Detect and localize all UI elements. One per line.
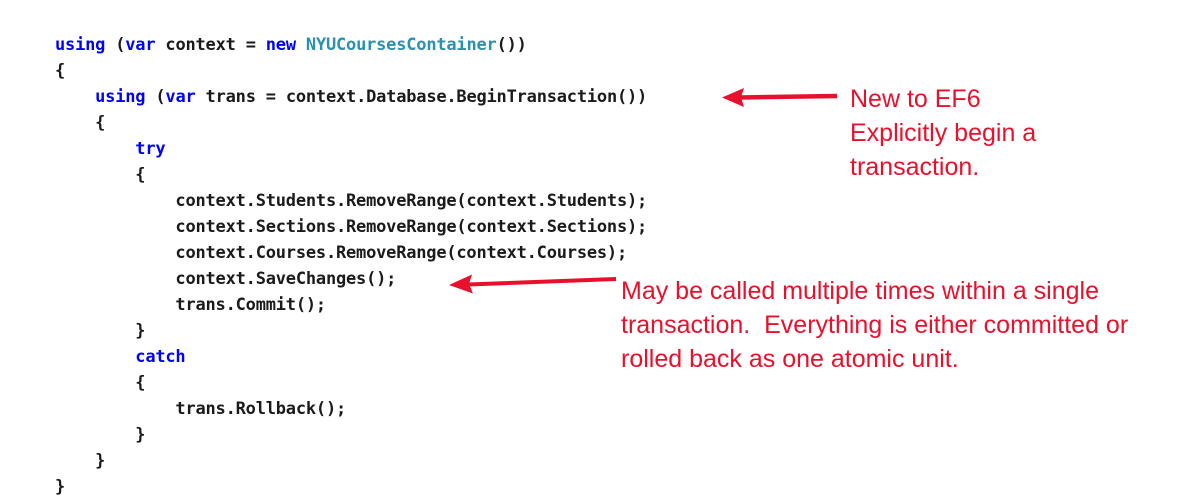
code-token-plain: context =: [155, 35, 266, 55]
code-token-plain: {: [135, 165, 146, 185]
code-token-type: NYUCoursesContainer: [305, 35, 497, 55]
code-line: context.Courses.RemoveRange(context.Cour…: [55, 240, 647, 266]
code-annotation-slide: using (var context = new NYUCoursesConta…: [0, 0, 1192, 501]
code-line: context.Students.RemoveRange(context.Stu…: [55, 188, 647, 214]
code-token-plain: {: [95, 113, 106, 133]
code-token-plain: context.Courses.RemoveRange(context.Cour…: [175, 243, 627, 263]
code-token-kw: var: [165, 87, 196, 107]
code-token-plain: ()): [496, 35, 527, 55]
code-token-plain: trans.Rollback();: [175, 399, 347, 419]
annotation-new-to-ef6: New to EF6 Explicitly begin a transactio…: [850, 85, 1037, 181]
code-token-plain: context.Students.RemoveRange(context.Stu…: [175, 191, 648, 211]
code-line: }: [55, 318, 647, 344]
code-line: {: [55, 110, 647, 136]
code-line: trans.Rollback();: [55, 396, 647, 422]
code-line: try: [55, 136, 647, 162]
code-token-plain: context.SaveChanges();: [175, 269, 397, 289]
code-token-kw: var: [125, 35, 156, 55]
code-line: catch: [55, 344, 647, 370]
code-line: {: [55, 58, 647, 84]
code-token-plain: }: [135, 321, 146, 341]
code-token-kw: new: [265, 35, 306, 55]
code-token-plain: {: [135, 373, 146, 393]
arrow-left-icon-save-changes: [449, 274, 617, 294]
code-line: using (var context = new NYUCoursesConta…: [55, 32, 647, 58]
code-line: }: [55, 422, 647, 448]
code-token-kw: catch: [135, 347, 186, 367]
code-token-plain: }: [55, 477, 66, 497]
code-token-plain: {: [55, 61, 66, 81]
code-token-plain: (: [155, 87, 166, 107]
code-line: using (var trans = context.Database.Begi…: [55, 84, 647, 110]
code-token-plain: trans.Commit();: [175, 295, 326, 315]
annotation-save-changes: May be called multiple times within a si…: [621, 277, 1129, 373]
code-line: }: [55, 474, 647, 500]
code-token-kw: using: [95, 87, 156, 107]
code-token-plain: }: [95, 451, 106, 471]
code-token-plain: context.Sections.RemoveRange(context.Sec…: [175, 217, 648, 237]
code-line: }: [55, 448, 647, 474]
code-line: context.Sections.RemoveRange(context.Sec…: [55, 214, 647, 240]
code-listing: using (var context = new NYUCoursesConta…: [55, 32, 647, 500]
code-line: {: [55, 370, 647, 396]
code-token-kw: try: [135, 139, 166, 159]
code-token-plain: }: [135, 425, 146, 445]
code-token-plain: trans = context.Database.BeginTransactio…: [195, 87, 648, 107]
code-token-kw: using: [55, 35, 116, 55]
arrow-left-icon-begin-transaction: [722, 88, 838, 107]
code-token-plain: (: [115, 35, 126, 55]
code-line: {: [55, 162, 647, 188]
